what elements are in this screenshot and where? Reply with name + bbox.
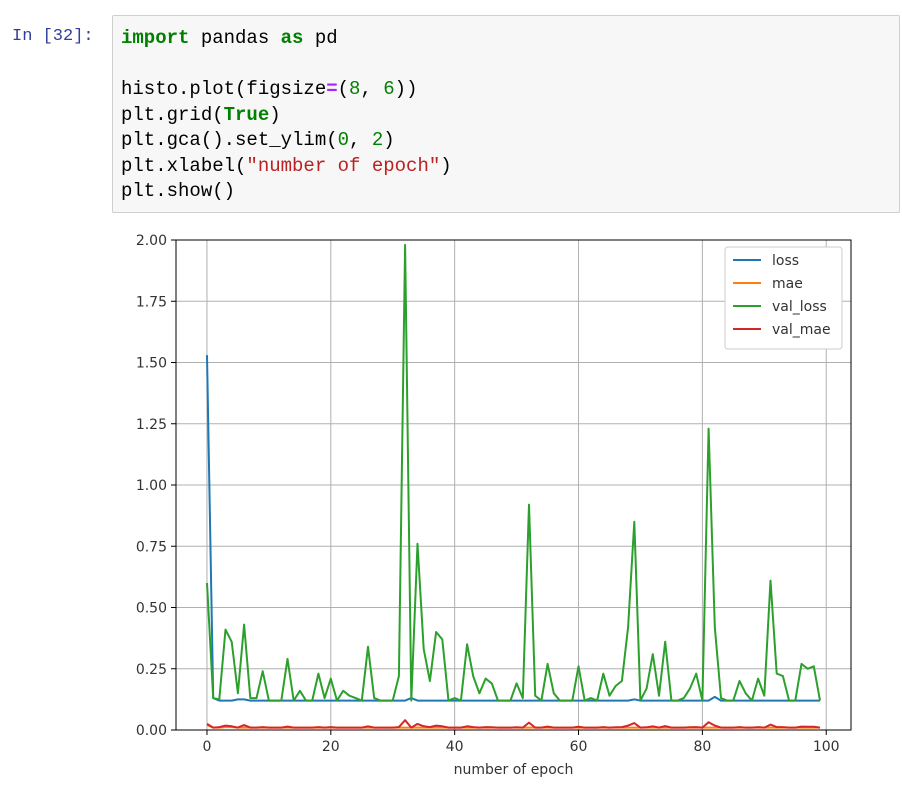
- x-tick-label: 60: [570, 739, 588, 755]
- series-line-val-mae: [206, 719, 821, 729]
- code-token: plt.grid(: [121, 103, 224, 126]
- y-tick-label: 1.50: [136, 356, 167, 372]
- series-line-loss: [206, 355, 820, 702]
- x-axis-label: number of epoch: [454, 762, 574, 778]
- code-token: pandas: [189, 27, 281, 49]
- operator-equals: =: [326, 78, 338, 100]
- y-tick-label: 1.00: [136, 478, 167, 494]
- y-tick-label: 0.25: [136, 662, 167, 678]
- x-tick-label: 80: [693, 739, 711, 755]
- code-token: )): [394, 78, 418, 100]
- y-tick-label: 0.00: [136, 723, 167, 739]
- code-token: histo.plot(figsize: [121, 78, 327, 100]
- keyword-import: import: [121, 27, 190, 49]
- x-tick-label: 0: [203, 739, 212, 755]
- legend: loss mae val_loss val_mae: [724, 246, 843, 350]
- code-cell-input[interactable]: import pandas as pd histo.plot(figsize=(…: [112, 15, 900, 213]
- legend-label: val_mae: [772, 322, 831, 338]
- code-token: ,: [360, 78, 384, 100]
- code-editor[interactable]: import pandas as pd histo.plot(figsize=(…: [121, 26, 452, 205]
- code-token: plt.gca().set_ylim(: [121, 129, 338, 151]
- number-literal: 0: [337, 129, 350, 151]
- y-tick-label: 0.75: [136, 539, 167, 555]
- y-tick-label: 1.75: [136, 294, 167, 310]
- cell-output: 0 20 40 60 80 100 0.00 0.25 0.50 0.75 1.00 1.25 1.50…: [112, 220, 900, 800]
- y-tick-label: 0.50: [136, 601, 167, 617]
- x-tick-label: 100: [813, 739, 840, 755]
- legend-label: loss: [772, 253, 799, 269]
- line-chart: 0 20 40 60 80 100 0.00 0.25 0.50 0.75 1.00 1.25 1.50…: [136, 233, 852, 778]
- y-tick-label: 2.00: [136, 233, 167, 249]
- code-token: ): [383, 129, 395, 151]
- number-literal: 6: [383, 78, 395, 100]
- legend-label: val_loss: [772, 299, 827, 315]
- x-tick-label: 20: [322, 739, 340, 755]
- legend-label: mae: [772, 276, 803, 292]
- keyword-as: as: [280, 27, 304, 49]
- y-tick-label: 1.25: [136, 417, 167, 433]
- string-literal: "number of epoch": [246, 154, 441, 177]
- code-token: pd: [303, 27, 338, 49]
- code-token: (: [337, 78, 350, 100]
- code-token: ,: [349, 129, 372, 151]
- code-token: plt.xlabel(: [121, 154, 247, 177]
- code-token: plt.show(): [121, 180, 236, 202]
- prompt-label: In [32]:: [12, 27, 94, 46]
- x-tick-label: 40: [446, 739, 464, 755]
- number-literal: 2: [371, 129, 384, 151]
- code-token: ): [269, 103, 281, 126]
- code-token: ): [440, 154, 452, 177]
- number-literal: 8: [349, 78, 361, 100]
- constant-true: True: [223, 103, 270, 126]
